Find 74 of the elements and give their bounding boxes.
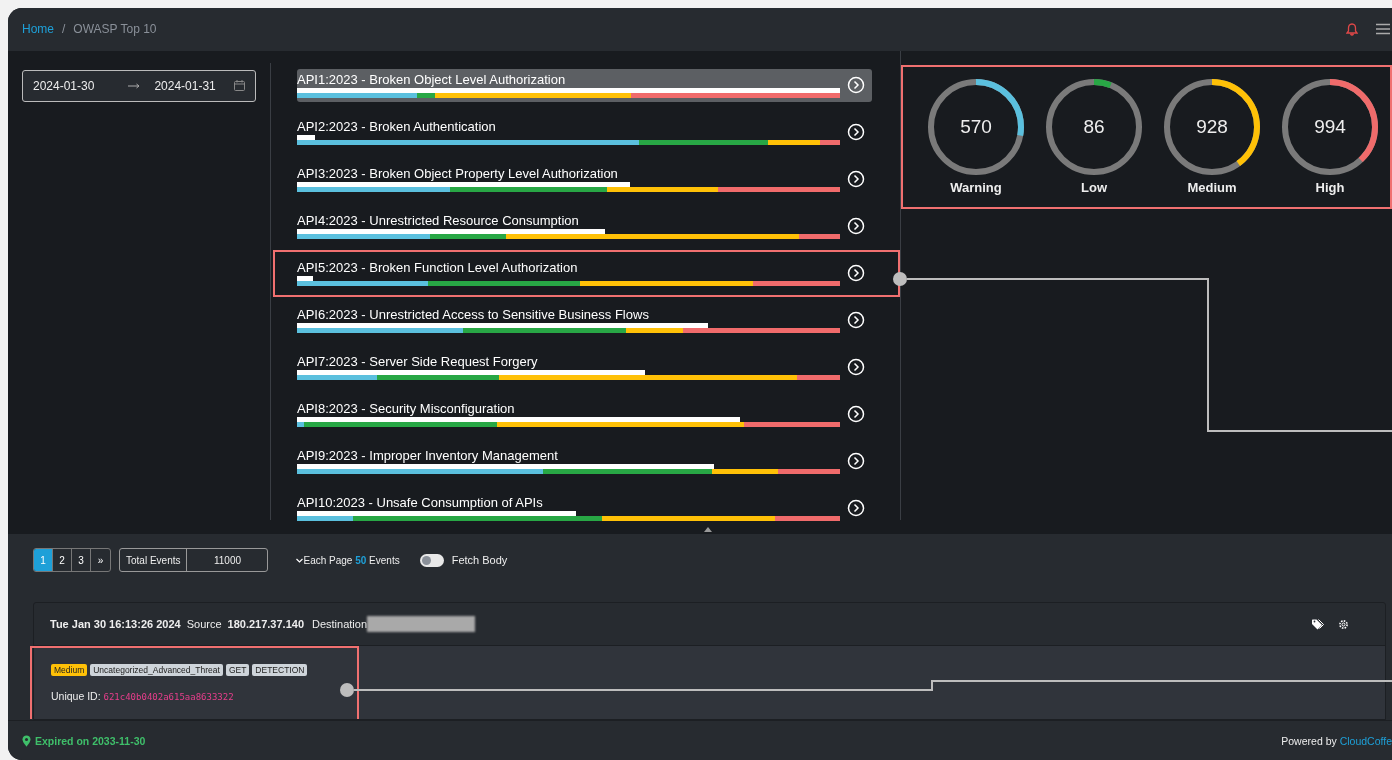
page-size-dropdown[interactable]: Each Page 50 Events bbox=[303, 554, 400, 566]
risk-item[interactable]: API9:2023 - Improper Inventory Management bbox=[297, 444, 872, 478]
arrow-circle-icon[interactable] bbox=[847, 217, 865, 236]
page-button[interactable]: 3 bbox=[72, 549, 91, 572]
arrow-right-icon bbox=[128, 82, 141, 89]
date-range-field[interactable]: 2024-01-30 2024-01-31 bbox=[22, 69, 256, 102]
arrow-circle-icon[interactable] bbox=[847, 123, 865, 142]
event-tag: Medium bbox=[51, 664, 88, 677]
end-date: 2024-01-31 bbox=[154, 78, 216, 93]
powered-by-text: Powered by CloudCoffe bbox=[1281, 734, 1392, 747]
risk-item[interactable]: API1:2023 - Broken Object Level Authorization bbox=[297, 68, 872, 102]
chevron-down-icon[interactable] bbox=[296, 557, 304, 563]
risk-title: API5:2023 - Broken Function Level Authorization bbox=[297, 260, 578, 277]
risk-title: API7:2023 - Server Side Request Forgery bbox=[297, 354, 538, 371]
location-pin-icon bbox=[22, 734, 31, 747]
gauge-label: Warning bbox=[950, 180, 1002, 196]
progress-fill bbox=[297, 276, 314, 282]
event-tag: GET bbox=[225, 664, 250, 677]
risk-item[interactable]: API4:2023 - Unrestricted Resource Consumption bbox=[297, 209, 872, 243]
gauge-value: 994 bbox=[1314, 116, 1346, 139]
start-date: 2024-01-30 bbox=[33, 78, 95, 93]
risk-item[interactable]: API5:2023 - Broken Function Level Authorization bbox=[297, 256, 872, 290]
breadcrumb-link[interactable]: Home bbox=[22, 22, 54, 37]
risk-item[interactable]: API10:2023 - Unsafe Consumption of APIs bbox=[297, 491, 872, 525]
risk-title: API1:2023 - Broken Object Level Authorization bbox=[297, 72, 566, 89]
page-button[interactable]: 2 bbox=[53, 549, 72, 572]
gauge-value: 570 bbox=[960, 116, 992, 139]
event-time: Tue Jan 30 16:13:26 2024 bbox=[50, 618, 181, 631]
tag-icon[interactable] bbox=[1312, 618, 1324, 630]
risk-title: API4:2023 - Unrestricted Resource Consumption bbox=[297, 213, 579, 230]
gauge-label: Low bbox=[1081, 180, 1107, 196]
arrow-circle-icon[interactable] bbox=[847, 452, 865, 471]
arrow-circle-icon[interactable] bbox=[847, 405, 865, 424]
risk-item[interactable]: API8:2023 - Security Misconfiguration bbox=[297, 397, 872, 431]
risk-title: API3:2023 - Broken Object Property Level Authorization bbox=[297, 166, 618, 183]
total-events-value: 11000 bbox=[212, 553, 242, 568]
gauge-value: 86 bbox=[1083, 116, 1105, 139]
risk-item[interactable]: API7:2023 - Server Side Request Forgery bbox=[297, 350, 872, 384]
risk-title: API2:2023 - Broken Authentication bbox=[297, 119, 496, 136]
brand-link[interactable]: CloudCoffe bbox=[1339, 734, 1392, 747]
gauge-label: High bbox=[1315, 180, 1345, 196]
source-ip: 180.217.37.140 bbox=[227, 618, 304, 631]
arrow-circle-icon[interactable] bbox=[847, 76, 865, 95]
total-events-label: Total Events bbox=[120, 549, 188, 572]
risk-title: API9:2023 - Improper Inventory Management bbox=[297, 448, 558, 465]
risk-item[interactable]: API3:2023 - Broken Object Property Level Authorization bbox=[297, 162, 872, 196]
risk-title: API10:2023 - Unsafe Consumption of APIs bbox=[297, 495, 543, 512]
fetch-body-toggle[interactable] bbox=[419, 553, 444, 567]
unique-id: Unique ID: 621c40b0402a615aa8633322 bbox=[51, 690, 235, 703]
breadcrumb-separator: / bbox=[62, 22, 66, 37]
arrow-circle-icon[interactable] bbox=[847, 170, 865, 189]
page-button[interactable]: » bbox=[91, 549, 110, 572]
arrow-circle-icon[interactable] bbox=[847, 264, 865, 283]
arrow-circle-icon[interactable] bbox=[847, 358, 865, 377]
event-tag: DETECTION bbox=[252, 664, 308, 677]
settings-icon[interactable] bbox=[1338, 618, 1349, 630]
arrow-circle-icon[interactable] bbox=[847, 499, 865, 518]
breadcrumb-current: OWASP Top 10 bbox=[73, 22, 157, 37]
risk-item[interactable]: API2:2023 - Broken Authentication bbox=[297, 115, 872, 149]
bell-icon[interactable] bbox=[1346, 22, 1358, 36]
arrow-circle-icon[interactable] bbox=[847, 311, 865, 330]
calendar-icon bbox=[234, 80, 245, 92]
risk-title: API8:2023 - Security Misconfiguration bbox=[297, 401, 515, 418]
event-tag: Uncategorized_Advanced_Threat bbox=[90, 664, 223, 677]
source-label: Source bbox=[186, 618, 222, 631]
destination-label: Destination bbox=[312, 618, 368, 631]
risk-item[interactable]: API6:2023 - Unrestricted Access to Sensitive Business Flows bbox=[297, 303, 872, 337]
gauge-label: Medium bbox=[1187, 180, 1237, 196]
toggle-label: Fetch Body bbox=[451, 554, 508, 567]
menu-icon[interactable] bbox=[1376, 23, 1390, 36]
gauge-value: 928 bbox=[1196, 116, 1228, 139]
progress-fill bbox=[297, 135, 315, 141]
expiry-text: Expired on 2033-11-30 bbox=[35, 734, 146, 747]
risk-title: API6:2023 - Unrestricted Access to Sensitive Business Flows bbox=[297, 307, 649, 324]
